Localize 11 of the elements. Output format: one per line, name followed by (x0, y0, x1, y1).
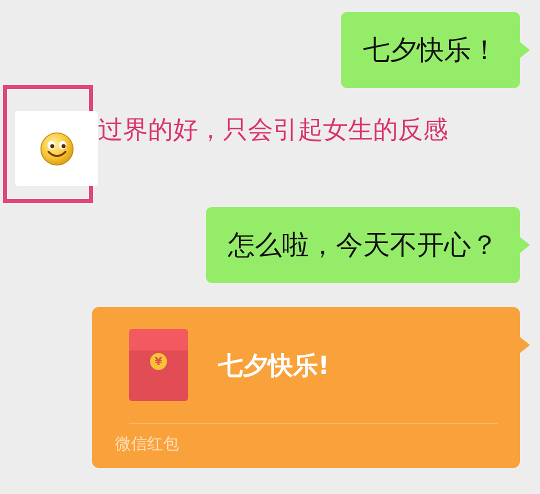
packet-label: 微信红包 (115, 434, 180, 455)
annotation-text: 过界的好，只会引起女生的反感 (98, 114, 448, 146)
money-packet-card[interactable]: ¥ 七夕快乐! 微信红包 (92, 307, 520, 468)
packet-title: 七夕快乐! (218, 350, 330, 382)
coin-symbol: ¥ (150, 353, 167, 370)
smiley-icon (40, 132, 74, 166)
bubble-tail (520, 237, 530, 253)
chat-bubble: 怎么啦，今天不开心？ (206, 207, 520, 283)
bubble-tail (520, 42, 530, 58)
chat-bubble: 七夕快乐！ (341, 12, 520, 88)
bubble-tail (520, 337, 530, 353)
